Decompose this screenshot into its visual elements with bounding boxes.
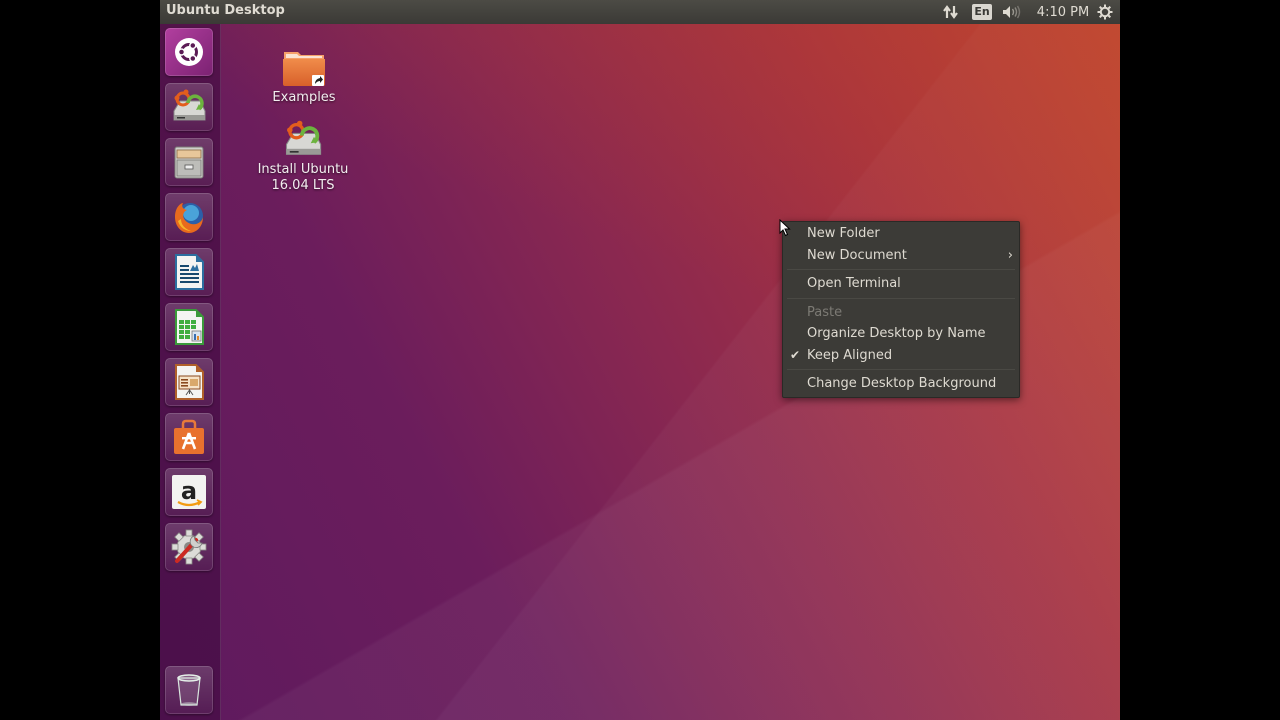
menu-item-label: Paste	[807, 304, 843, 320]
menu-item-keep-aligned[interactable]: ✔ Keep Aligned	[783, 345, 1019, 367]
clock-indicator[interactable]: 4:10 PM	[1034, 0, 1092, 24]
menu-item-label: New Folder	[807, 226, 880, 241]
desktop-icon-label-line1: Install Ubuntu	[257, 162, 349, 177]
menu-item-change-background[interactable]: Change Desktop Background	[783, 373, 1019, 395]
launcher-item-firefox[interactable]	[165, 193, 213, 241]
svg-text:a: a	[181, 477, 197, 505]
mouse-pointer-icon	[779, 219, 791, 237]
file-cabinet-icon	[174, 146, 204, 179]
session-indicator[interactable]	[1094, 0, 1116, 24]
launcher-item-install-ubuntu[interactable]	[165, 83, 213, 131]
firefox-icon	[175, 203, 203, 233]
launcher-item-dash-home[interactable]	[165, 28, 213, 76]
desktop-context-menu: New Folder New Document › Open Terminal …	[782, 221, 1020, 398]
trash-icon	[177, 674, 201, 706]
speaker-volume-icon	[1003, 5, 1021, 19]
launcher-item-system-settings[interactable]	[165, 523, 213, 571]
menu-separator	[787, 269, 1015, 270]
launcher-item-files[interactable]	[165, 138, 213, 186]
gear-power-icon	[1097, 4, 1113, 20]
ubuntu-logo-icon	[175, 38, 203, 66]
checkmark-icon: ✔	[790, 347, 801, 362]
launcher-item-trash[interactable]	[165, 666, 213, 714]
clock-label: 4:10 PM	[1036, 4, 1090, 20]
menu-item-label: New Document	[807, 247, 907, 263]
launcher: a	[160, 24, 221, 720]
impress-presentation-icon	[175, 364, 204, 400]
menu-item-organize-by-name[interactable]: Organize Desktop by Name	[783, 323, 1019, 345]
menu-item-paste: Paste	[783, 302, 1019, 324]
launcher-item-libreoffice-writer[interactable]	[165, 248, 213, 296]
menu-item-label: Open Terminal	[807, 276, 901, 291]
folder-link-icon	[283, 52, 325, 86]
launcher-item-ubuntu-software[interactable]	[165, 413, 213, 461]
desktop-icon-install-ubuntu[interactable]: Install Ubuntu 16.04 LTS	[253, 118, 353, 194]
installer-drive-icon	[285, 120, 322, 155]
desktop-screen[interactable]: Ubuntu Desktop En 4:10 PM a Examples Ins…	[160, 0, 1120, 720]
window-title: Ubuntu Desktop	[166, 3, 285, 18]
calc-spreadsheet-icon	[175, 309, 204, 345]
menu-separator	[787, 297, 1015, 299]
menu-separator	[787, 369, 1015, 370]
settings-gear-wrench-icon	[171, 529, 207, 565]
keyboard-layout-indicator[interactable]: En	[971, 0, 993, 24]
menu-item-label: Keep Aligned	[807, 347, 893, 363]
desktop-icon-examples[interactable]: Examples	[254, 46, 354, 106]
network-indicator[interactable]	[940, 0, 962, 24]
menu-item-label: Change Desktop Background	[807, 376, 997, 391]
network-updown-arrows-icon	[943, 5, 958, 19]
keyboard-layout-label: En	[972, 4, 992, 20]
installer-drive-icon	[173, 89, 206, 121]
menu-item-open-terminal[interactable]: Open Terminal	[783, 273, 1019, 295]
launcher-item-libreoffice-impress[interactable]	[165, 358, 213, 406]
software-bag-icon	[174, 419, 204, 454]
launcher-item-libreoffice-calc[interactable]	[165, 303, 213, 351]
sound-indicator[interactable]	[1000, 0, 1024, 24]
launcher-item-amazon[interactable]: a	[165, 468, 213, 516]
desktop-icon-label-line2: 16.04 LTS	[271, 178, 335, 193]
desktop-icon-label: Examples	[272, 90, 336, 105]
writer-document-icon	[175, 254, 204, 290]
menu-item-new-document[interactable]: New Document ›	[783, 245, 1019, 267]
amazon-icon: a	[172, 475, 206, 509]
menu-item-new-folder[interactable]: New Folder	[783, 223, 1019, 245]
menu-item-label: Organize Desktop by Name	[807, 326, 986, 341]
top-panel: Ubuntu Desktop En 4:10 PM	[160, 0, 1120, 24]
submenu-arrow-icon: ›	[1007, 247, 1013, 263]
